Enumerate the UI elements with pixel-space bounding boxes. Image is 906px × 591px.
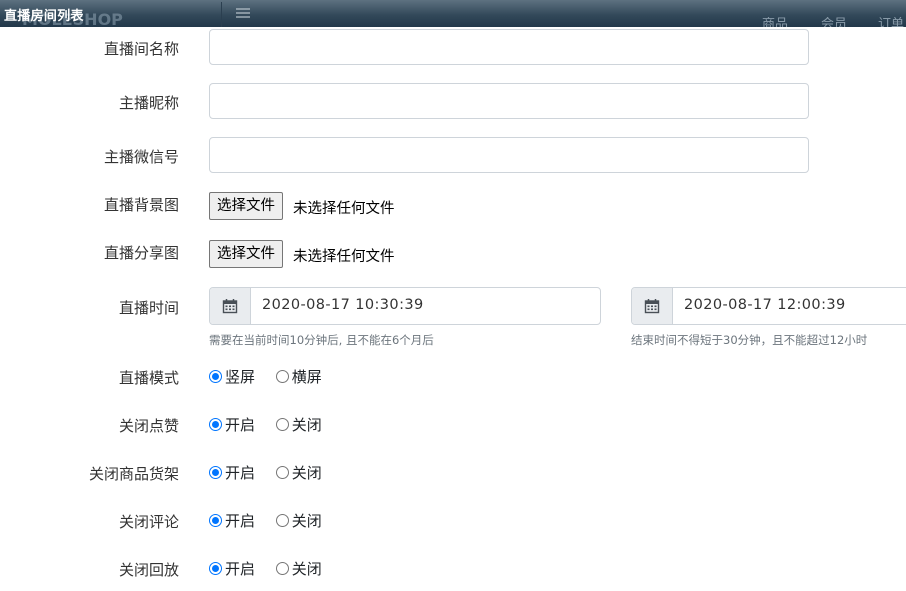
radio-unchecked[interactable] (275, 466, 289, 479)
share-image-choose-file-button[interactable]: 选择文件 (209, 240, 283, 268)
close-goods-shelf-radio-group: 开启 关闭 (209, 462, 338, 483)
close-like-radio-group: 开启 关闭 (209, 414, 338, 435)
start-time-picker[interactable]: 2020-08-17 10:30:39 (209, 287, 601, 325)
start-time-hint: 需要在当前时间10分钟后, 且不能在6个月后 (209, 333, 434, 347)
close-like-label: 关闭点赞 (118, 417, 179, 435)
live-time-label: 直播时间 (118, 299, 179, 317)
share-image-label: 直播分享图 (103, 244, 179, 262)
calendar-icon (644, 299, 660, 314)
anchor-wechat-input[interactable] (209, 137, 809, 173)
nav-item-members[interactable]: 会员 (821, 13, 847, 27)
close-comment-option-on[interactable]: 开启 (209, 510, 255, 531)
live-mode-option-landscape[interactable]: 横屏 (275, 366, 322, 387)
calendar-icon (222, 299, 238, 314)
end-time-value: 2020-08-17 12:00:39 (684, 297, 846, 313)
start-time-value: 2020-08-17 10:30:39 (262, 297, 424, 313)
radio-unchecked[interactable] (275, 514, 289, 527)
close-replay-option-off[interactable]: 关闭 (275, 558, 322, 579)
room-name-label: 直播间名称 (103, 40, 179, 58)
close-like-option-off[interactable]: 关闭 (275, 414, 322, 435)
radio-checked[interactable] (209, 514, 222, 527)
header-divider (221, 2, 222, 27)
radio-checked[interactable] (209, 370, 222, 383)
cover-image-label: 直播背景图 (103, 196, 179, 214)
hamburger-icon[interactable] (236, 6, 250, 20)
close-replay-option-on[interactable]: 开启 (209, 558, 255, 579)
anchor-nickname-label: 主播昵称 (118, 94, 179, 112)
close-goods-shelf-option-off[interactable]: 关闭 (275, 462, 322, 483)
end-time-addon[interactable] (632, 288, 673, 324)
modal-title: 直播房间列表 (4, 9, 84, 24)
close-comment-radio-group: 开启 关闭 (209, 510, 338, 531)
cover-image-file-status: 未选择任何文件 (293, 201, 395, 217)
close-goods-shelf-option-on[interactable]: 开启 (209, 462, 255, 483)
close-comment-label: 关闭评论 (118, 513, 179, 531)
end-time-hint: 结束时间不得短于30分钟，且不能超过12小时 (631, 333, 868, 347)
anchor-nickname-input[interactable] (209, 83, 809, 119)
nav-item-goods[interactable]: 商品 (762, 13, 788, 27)
live-mode-label: 直播模式 (118, 369, 179, 387)
close-goods-shelf-label: 关闭商品货架 (88, 465, 179, 483)
nav-item-orders[interactable]: 订单 (878, 13, 904, 27)
radio-checked[interactable] (209, 418, 222, 431)
modal-header: MOLESHOP 直播房间列表 商品 会员 订单 (0, 0, 906, 27)
close-replay-label: 关闭回放 (118, 561, 179, 579)
live-mode-option-portrait[interactable]: 竖屏 (209, 366, 255, 387)
share-image-file-status: 未选择任何文件 (293, 249, 395, 265)
radio-unchecked[interactable] (275, 418, 289, 431)
room-name-input[interactable] (209, 29, 809, 65)
anchor-wechat-label: 主播微信号 (103, 148, 179, 166)
radio-checked[interactable] (209, 466, 222, 479)
cover-image-choose-file-button[interactable]: 选择文件 (209, 192, 283, 220)
live-mode-radio-group: 竖屏 横屏 (209, 366, 338, 387)
radio-unchecked[interactable] (275, 562, 289, 575)
close-comment-option-off[interactable]: 关闭 (275, 510, 322, 531)
radio-checked[interactable] (209, 562, 222, 575)
end-time-picker[interactable]: 2020-08-17 12:00:39 (631, 287, 906, 325)
start-time-addon[interactable] (210, 288, 251, 324)
close-replay-radio-group: 开启 关闭 (209, 558, 338, 579)
radio-unchecked[interactable] (275, 370, 289, 383)
close-like-option-on[interactable]: 开启 (209, 414, 255, 435)
